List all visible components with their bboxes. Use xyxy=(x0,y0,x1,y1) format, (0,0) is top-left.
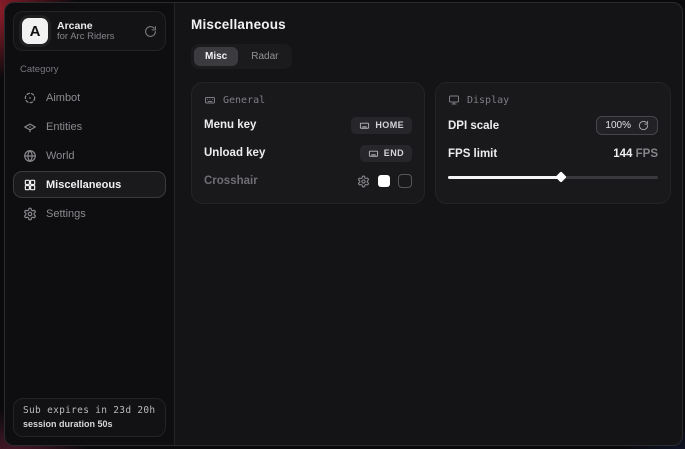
keyboard-icon xyxy=(204,94,216,106)
crosshair-color-swatch[interactable] xyxy=(378,175,390,187)
tab-bar: Misc Radar xyxy=(191,44,292,69)
slider-fill xyxy=(448,176,561,179)
menu-key-value: HOME xyxy=(375,120,404,130)
gear-icon xyxy=(23,207,37,221)
page-title: Miscellaneous xyxy=(191,17,671,32)
crosshair-label: Crosshair xyxy=(204,175,258,187)
sidebar-item-label: World xyxy=(46,150,75,162)
sidebar-item-label: Settings xyxy=(46,208,86,220)
fps-limit-slider[interactable] xyxy=(448,173,658,182)
fps-limit-unit: FPS xyxy=(636,148,658,160)
sidebar-item-aimbot[interactable]: Aimbot xyxy=(13,84,166,111)
keyboard-icon xyxy=(359,120,370,131)
sidebar-item-miscellaneous[interactable]: Miscellaneous xyxy=(13,171,166,198)
sidebar-item-settings[interactable]: Settings xyxy=(13,200,166,227)
crosshair-checkbox[interactable] xyxy=(398,174,412,188)
crosshair-icon xyxy=(23,91,37,105)
sidebar-item-world[interactable]: World xyxy=(13,142,166,169)
general-card: General Menu key HOME Unload key END xyxy=(191,82,425,204)
menu-key-row: Menu key HOME xyxy=(204,116,412,134)
main-content: Miscellaneous Misc Radar General Menu ke… xyxy=(175,3,683,445)
dpi-scale-value: 100% xyxy=(605,120,631,131)
refresh-icon[interactable] xyxy=(144,25,157,38)
sub-expires-text: Sub expires in 23d 20h xyxy=(23,405,156,416)
cycle-icon xyxy=(638,120,649,131)
dpi-scale-label: DPI scale xyxy=(448,120,499,132)
sidebar: A Arcane for Arc Riders Category Aimbot … xyxy=(5,3,175,445)
monitor-icon xyxy=(448,94,460,106)
sidebar-nav: Aimbot Entities World Miscellaneous Sett… xyxy=(13,84,166,227)
unload-key-button[interactable]: END xyxy=(360,145,412,162)
logo-card: A Arcane for Arc Riders xyxy=(13,11,166,51)
keyboard-icon xyxy=(368,148,379,159)
display-card-title: Display xyxy=(467,95,509,106)
app-window: A Arcane for Arc Riders Category Aimbot … xyxy=(4,2,683,446)
menu-key-button[interactable]: HOME xyxy=(351,117,412,134)
app-name: Arcane xyxy=(57,20,135,32)
sidebar-item-label: Miscellaneous xyxy=(46,179,121,191)
unload-key-label: Unload key xyxy=(204,147,265,159)
fps-limit-label: FPS limit xyxy=(448,148,497,160)
menu-key-label: Menu key xyxy=(204,119,256,131)
crosshair-row: Crosshair xyxy=(204,172,412,190)
dpi-scale-select[interactable]: 100% xyxy=(596,116,658,135)
sidebar-item-label: Aimbot xyxy=(46,92,80,104)
category-label: Category xyxy=(20,64,166,75)
sidebar-item-label: Entities xyxy=(46,121,82,133)
sidebar-item-entities[interactable]: Entities xyxy=(13,113,166,140)
unload-key-value: END xyxy=(384,148,404,158)
fps-limit-row: FPS limit 144 FPS xyxy=(448,145,658,163)
subscription-status: Sub expires in 23d 20h session duration … xyxy=(13,398,166,437)
tab-misc[interactable]: Misc xyxy=(194,47,238,66)
session-duration-text: session duration 50s xyxy=(23,419,156,429)
tab-radar[interactable]: Radar xyxy=(240,47,289,66)
display-card: Display DPI scale 100% FPS limit 144 FPS xyxy=(435,82,671,204)
app-logo: A xyxy=(22,18,48,44)
grid-icon xyxy=(23,178,37,192)
entities-icon xyxy=(23,120,37,134)
slider-thumb[interactable] xyxy=(556,171,567,182)
dpi-scale-row: DPI scale 100% xyxy=(448,116,658,135)
crosshair-settings-icon[interactable] xyxy=(357,175,370,188)
app-subtitle: for Arc Riders xyxy=(57,32,135,43)
unload-key-row: Unload key END xyxy=(204,144,412,162)
globe-icon xyxy=(23,149,37,163)
general-card-title: General xyxy=(223,95,265,106)
fps-limit-value: 144 xyxy=(613,148,632,160)
